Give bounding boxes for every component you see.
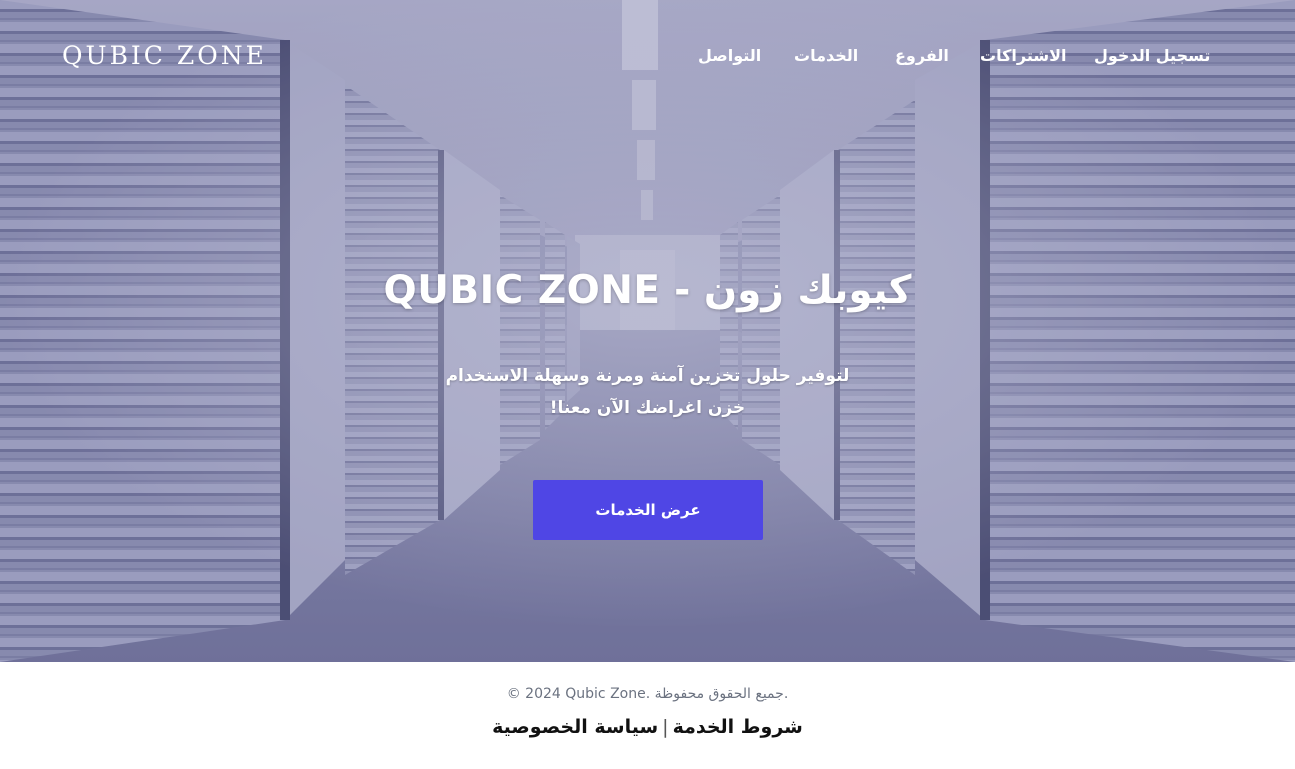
footer-separator: | — [662, 716, 669, 738]
terms-link[interactable]: شروط الخدمة — [673, 716, 803, 738]
hero-subtitle-line1: لتوفير حلول تخزين آمنة ومرنة وسهلة الاست… — [445, 366, 850, 386]
nav-subscriptions[interactable]: الاشتراكات — [980, 46, 1067, 65]
footer: © 2024 Qubic Zone. جميع الحقوق محفوظة. ش… — [0, 662, 1295, 769]
hero-title: كيوبك زون - QUBIC ZONE — [383, 268, 912, 313]
hero-section: QUBIC ZONE تسجيل الدخول الاشتراكات الفرو… — [0, 0, 1295, 662]
nav-branches[interactable]: الفروع — [895, 46, 949, 65]
nav-login[interactable]: تسجيل الدخول — [1094, 46, 1210, 65]
copyright-text: © 2024 Qubic Zone. جميع الحقوق محفوظة. — [506, 686, 789, 702]
nav-contact[interactable]: التواصل — [698, 46, 761, 65]
footer-links: شروط الخدمة|سياسة الخصوصية — [0, 716, 1295, 738]
nav-services[interactable]: الخدمات — [794, 46, 858, 65]
view-services-button[interactable]: عرض الخدمات — [533, 480, 763, 540]
privacy-link[interactable]: سياسة الخصوصية — [492, 716, 658, 738]
hero-subtitle-line2: خزن اغراضك الآن معنا! — [549, 398, 746, 418]
main-nav: تسجيل الدخول الاشتراكات الفروع الخدمات ا… — [0, 46, 1295, 74]
storage-corridor-image — [0, 0, 1295, 662]
